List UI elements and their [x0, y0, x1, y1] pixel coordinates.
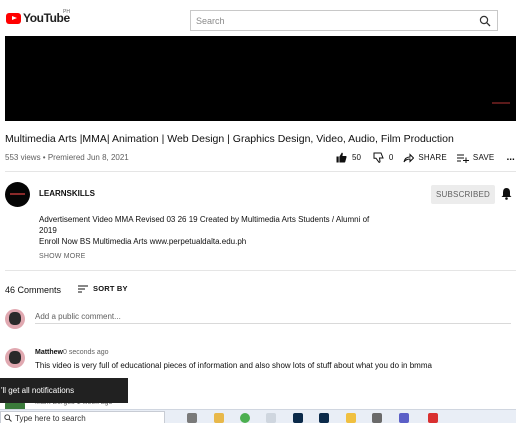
save-button[interactable]: SAVE	[456, 153, 495, 163]
taskbar-search[interactable]: Type here to search	[0, 411, 165, 423]
teams-icon[interactable]	[399, 413, 409, 423]
comments-count: 46 Comments	[5, 285, 62, 295]
share-button[interactable]: SHARE	[403, 152, 447, 163]
top-bar: YouTube PH	[0, 0, 516, 36]
subscribed-button[interactable]: SUBSCRIBED	[431, 185, 495, 204]
toast-text: 'll get all notifications	[1, 386, 75, 395]
divider	[5, 171, 516, 172]
player-watermark	[492, 102, 510, 104]
photoshop-icon[interactable]	[319, 413, 329, 423]
sort-icon	[78, 285, 88, 292]
like-button[interactable]: 50	[336, 152, 361, 163]
video-meta: 553 views • Premiered Jun 8, 2021	[5, 153, 129, 162]
sort-by-button[interactable]: SORT BY	[78, 284, 128, 293]
app-icon[interactable]	[372, 413, 382, 423]
add-to-playlist-icon	[456, 154, 469, 163]
file-explorer-icon[interactable]	[214, 413, 224, 423]
video-title: Multimedia Arts |MMA| Animation | Web De…	[5, 133, 454, 145]
share-icon	[403, 152, 415, 163]
region-code: PH	[63, 9, 70, 15]
dislike-count: 0	[388, 153, 394, 162]
notification-bell-icon[interactable]	[501, 187, 512, 200]
dislike-button[interactable]: 0	[373, 152, 393, 163]
photoshop-icon[interactable]	[293, 413, 303, 423]
add-comment-input[interactable]	[35, 310, 511, 324]
user-avatar	[5, 309, 25, 329]
divider	[5, 270, 516, 271]
taskbar-search-text: Type here to search	[15, 414, 86, 423]
chrome-icon[interactable]	[240, 413, 250, 423]
sort-label: SORT BY	[93, 284, 128, 293]
search-icon[interactable]	[479, 15, 491, 27]
thumbs-up-icon	[336, 152, 347, 163]
channel-logo-mark	[10, 193, 25, 195]
comment-time[interactable]: 0 seconds ago	[63, 349, 109, 356]
avatar-figure	[9, 351, 21, 364]
comment-avatar[interactable]	[5, 348, 25, 368]
app-icon[interactable]	[266, 413, 276, 423]
channel-name[interactable]: LEARNSKILLS	[39, 189, 95, 198]
video-player[interactable]	[5, 36, 516, 121]
avatar-figure	[9, 312, 21, 325]
app-icon[interactable]	[346, 413, 356, 423]
notification-toast: 'll get all notifications	[0, 378, 128, 403]
share-label: SHARE	[418, 153, 447, 162]
save-label: SAVE	[472, 153, 495, 162]
task-view-icon[interactable]	[187, 413, 197, 423]
taskbar: Type here to search	[0, 409, 516, 423]
search-box[interactable]	[190, 10, 498, 31]
thumbs-down-icon	[373, 152, 384, 163]
description-line: Advertisement Video MMA Revised 03 26 19…	[39, 215, 370, 224]
like-count: 50	[352, 153, 361, 162]
description-line: 2019	[39, 226, 57, 235]
comment-author[interactable]: Matthew	[35, 349, 63, 356]
search-input[interactable]	[191, 11, 497, 31]
youtube-play-icon	[6, 12, 21, 24]
search-icon	[4, 414, 12, 422]
comment-text: This video is very full of educational p…	[35, 361, 432, 370]
show-more-button[interactable]: SHOW MORE	[39, 253, 86, 260]
more-actions-button[interactable]: ...	[506, 152, 514, 163]
app-icon[interactable]	[428, 413, 438, 423]
description-line: Enroll Now BS Multimedia Arts www.perpet…	[39, 237, 247, 246]
youtube-logo[interactable]: YouTube PH	[6, 9, 70, 25]
channel-avatar[interactable]	[5, 182, 30, 207]
video-actions: 50 0 SHARE SAVE ...	[336, 152, 515, 163]
